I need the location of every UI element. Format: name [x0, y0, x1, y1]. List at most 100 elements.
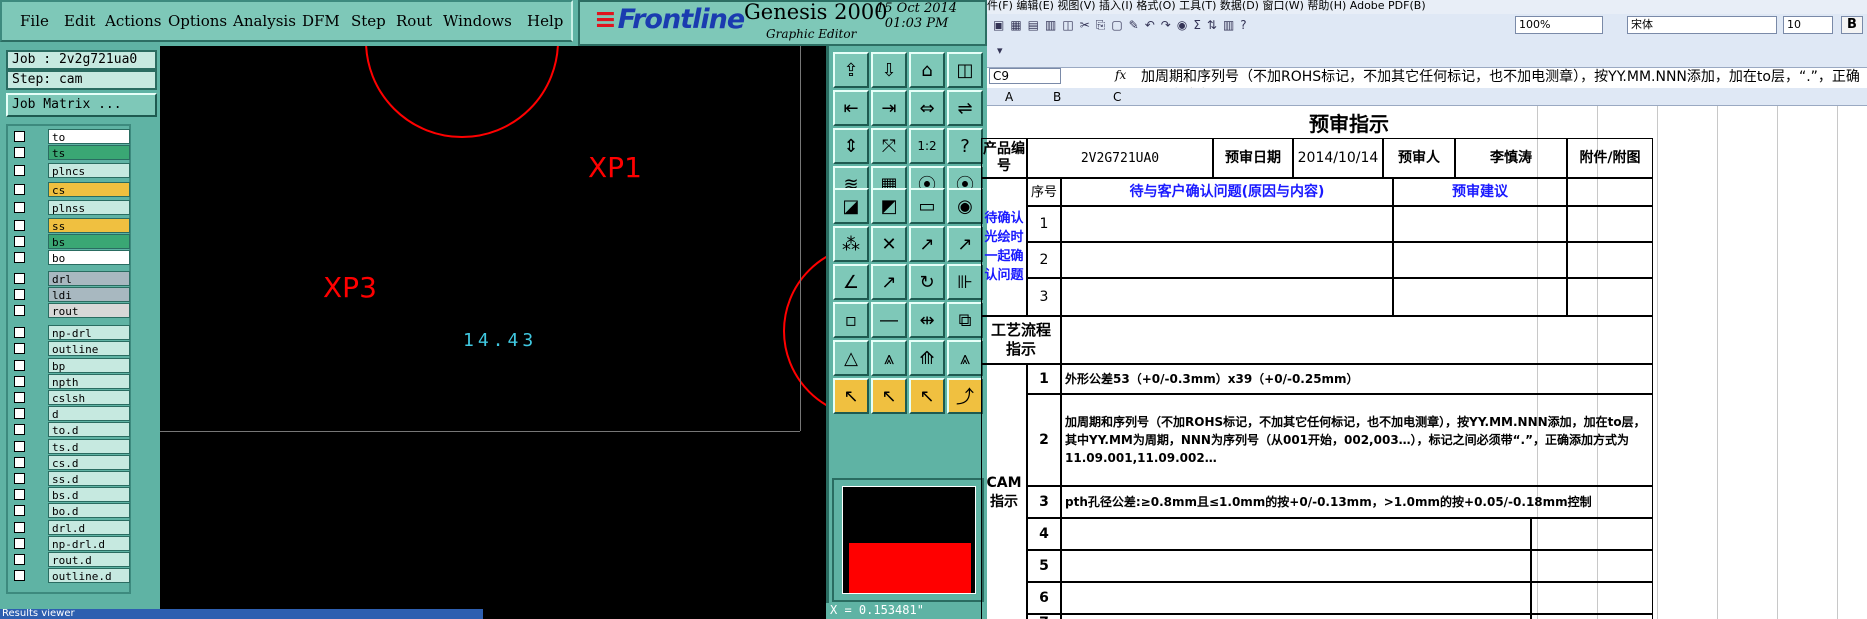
- font-size-select[interactable]: 10: [1783, 16, 1833, 34]
- layer-row[interactable]: outline: [12, 341, 130, 357]
- angle-icon[interactable]: ∠: [833, 264, 869, 300]
- layer-checkbox[interactable]: [14, 570, 25, 582]
- layer-checkbox[interactable]: [14, 236, 25, 248]
- job-matrix-button[interactable]: Job Matrix ...: [6, 93, 157, 117]
- zoom-out-icon[interactable]: ⇩: [871, 52, 907, 88]
- scale-icon[interactable]: 1:2: [909, 128, 945, 164]
- layer-row[interactable]: bp: [12, 357, 130, 373]
- pointer-up-icon[interactable]: ⟰: [909, 340, 945, 376]
- layer-checkbox[interactable]: [14, 288, 25, 300]
- layer-checkbox[interactable]: [14, 131, 25, 142]
- layer-checkbox[interactable]: [14, 272, 25, 284]
- triangle-icon[interactable]: △: [833, 340, 869, 376]
- layer-name[interactable]: to.d: [48, 422, 130, 438]
- layer-name[interactable]: rout: [48, 303, 130, 318]
- layer-row[interactable]: np-drl.d: [12, 535, 130, 551]
- confirm-row-attach[interactable]: [1567, 206, 1653, 242]
- layer-row[interactable]: ts: [12, 145, 130, 161]
- layer-name[interactable]: np-drl.d: [48, 535, 130, 551]
- layer-checkbox[interactable]: [14, 147, 25, 159]
- layer-name[interactable]: cs.d: [48, 454, 130, 470]
- layer-row[interactable]: npth: [12, 373, 130, 389]
- swap-icon[interactable]: ⇌: [947, 90, 983, 126]
- layer-checkbox[interactable]: [14, 440, 25, 452]
- layer-name[interactable]: outline.d: [48, 568, 130, 584]
- menu-analysis[interactable]: Analysis: [233, 12, 296, 30]
- col-c-header[interactable]: C: [1113, 90, 1121, 104]
- layer-row[interactable]: bs: [12, 234, 130, 250]
- ruler-icon[interactable]: ▭: [909, 188, 945, 224]
- layer-checkbox[interactable]: [14, 537, 25, 549]
- net-icon[interactable]: ⁂: [833, 226, 869, 262]
- rotate-icon[interactable]: ↻: [909, 264, 945, 300]
- layer-row[interactable]: ss: [12, 218, 130, 233]
- layer-row[interactable]: bo.d: [12, 503, 130, 519]
- layer-checkbox[interactable]: [14, 305, 25, 316]
- layer-checkbox[interactable]: [14, 473, 25, 484]
- menu-options[interactable]: Options: [168, 12, 227, 30]
- layer-name[interactable]: npth: [48, 373, 130, 389]
- split-icon[interactable]: ⊪: [947, 264, 983, 300]
- layer-name[interactable]: bo.d: [48, 503, 130, 519]
- layer-row[interactable]: rout: [12, 303, 130, 318]
- layer-name[interactable]: bo: [48, 250, 130, 266]
- layer-row[interactable]: d: [12, 406, 130, 422]
- col-a-header[interactable]: A: [1005, 90, 1013, 104]
- layer-checkbox[interactable]: [14, 521, 25, 533]
- route-icon[interactable]: ⤴: [947, 378, 983, 414]
- menu-file[interactable]: File: [20, 12, 49, 30]
- layer-name[interactable]: bs: [48, 234, 130, 250]
- layer-name[interactable]: plnss: [48, 199, 130, 215]
- layer-row[interactable]: drl.d: [12, 519, 130, 535]
- layer-checkbox[interactable]: [14, 165, 25, 177]
- layer-checkbox[interactable]: [14, 505, 25, 517]
- cam-row-text[interactable]: 加周期和序列号（不加ROHS标记，不加其它任何标记，也不加电测章），按YY.MM…: [1061, 394, 1653, 486]
- layer-row[interactable]: ldi: [12, 286, 130, 302]
- zoom-select[interactable]: 100%: [1515, 16, 1603, 34]
- menu-rout[interactable]: Rout: [396, 12, 432, 30]
- select2-icon[interactable]: ↖: [871, 378, 907, 414]
- menu-actions[interactable]: Actions: [105, 12, 161, 30]
- font-select[interactable]: 宋体: [1627, 16, 1777, 34]
- worksheet[interactable]: 预审指示 产品编号 2V2G721UA0 预审日期 2014/10/14 预审人…: [981, 106, 1867, 619]
- confirm-row-issue[interactable]: [1061, 206, 1393, 242]
- layer-checkbox[interactable]: [14, 456, 25, 468]
- layer-checkbox[interactable]: [14, 489, 25, 501]
- layer-row[interactable]: to.d: [12, 422, 130, 438]
- cam-row-attach[interactable]: [1531, 550, 1653, 582]
- layer-row[interactable]: rout.d: [12, 552, 130, 567]
- layer-row[interactable]: cs.d: [12, 454, 130, 470]
- select3-icon[interactable]: ↖: [909, 378, 945, 414]
- col-b-header[interactable]: B: [1053, 90, 1061, 104]
- layer-name[interactable]: drl.d: [48, 519, 130, 535]
- layer-name[interactable]: cslsh: [48, 390, 130, 405]
- layer-checkbox[interactable]: [14, 343, 25, 355]
- target-icon[interactable]: ◉: [947, 188, 983, 224]
- layer-name[interactable]: d: [48, 406, 130, 422]
- pan-left-icon[interactable]: ⇤: [833, 90, 869, 126]
- menu-windows[interactable]: Windows: [443, 12, 512, 30]
- results-viewer-title[interactable]: Results viewer: [0, 609, 483, 619]
- toolbar-icons[interactable]: ▣▦▤▥◫✂⎘▢✎↶↷◉Σ⇅▥?: [993, 18, 1553, 34]
- layer-row[interactable]: ss.d: [12, 471, 130, 486]
- layer-checkbox[interactable]: [14, 392, 25, 403]
- confirm-row-issue[interactable]: [1061, 242, 1393, 278]
- menu-edit[interactable]: Edit: [64, 12, 95, 30]
- copy-icon[interactable]: ⧉: [947, 302, 983, 338]
- layer-name[interactable]: outline: [48, 341, 130, 357]
- cam-row-attach[interactable]: [1531, 614, 1653, 619]
- excel-menu-bar[interactable]: 件(F) 编辑(E) 视图(V) 插入(I) 格式(O) 工具(T) 数据(D)…: [987, 0, 1867, 14]
- menu-dfm[interactable]: DFM: [302, 12, 340, 30]
- help-icon[interactable]: ?: [947, 128, 983, 164]
- layer-name[interactable]: cs: [48, 181, 130, 197]
- process-content[interactable]: [1061, 316, 1653, 364]
- layer-row[interactable]: drl: [12, 270, 130, 286]
- shape2-icon[interactable]: ⩓: [947, 340, 983, 376]
- layer-checkbox[interactable]: [14, 183, 25, 195]
- select-icon[interactable]: ↖: [833, 378, 869, 414]
- layer-name[interactable]: drl: [48, 270, 130, 286]
- line-icon[interactable]: ↗: [909, 226, 945, 262]
- layer-checkbox[interactable]: [14, 375, 25, 387]
- square-icon[interactable]: ▫: [833, 302, 869, 338]
- menu-help[interactable]: Help: [527, 12, 563, 30]
